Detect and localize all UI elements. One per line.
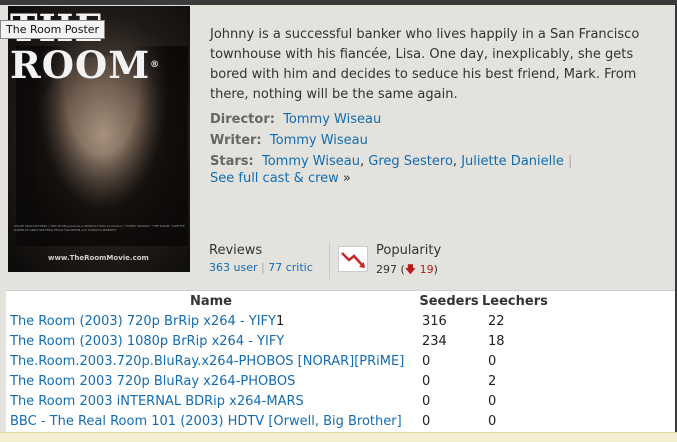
torrent-link[interactable]: BBC - The Real Room 101 (2003) HDTV [Orw… (10, 414, 402, 429)
poster-url: www.TheRoomMovie.com (48, 254, 149, 262)
poster-credits: CHLOE PRODUCTIONS / TPW FILMS presents a… (14, 224, 185, 232)
leechers-cell: 2 (488, 373, 497, 389)
torrent-table-panel: Name Seeders Leechers The Room (2003) 72… (6, 290, 675, 442)
table-row: The Room (2003) 1080p BrRip x264 - YIFY … (6, 331, 554, 351)
seeders-cell: 234 (422, 333, 447, 349)
director-row: Director: Tommy Wiseau (210, 112, 381, 127)
top-bar (0, 0, 677, 5)
user-reviews-link[interactable]: 363 user (209, 261, 258, 274)
stars-label: Stars: (210, 154, 254, 169)
seeders-cell: 316 (422, 313, 447, 329)
torrent-link[interactable]: The Room 2003 720p BluRay x264-PHOBOS (10, 374, 295, 389)
popularity-block: Popularity 297 (🡇 19) (376, 243, 442, 276)
col-header-seeders[interactable]: Seeders (416, 291, 482, 311)
table-row: BBC - The Real Room 101 (2003) HDTV [Orw… (6, 411, 554, 431)
star-link-2[interactable]: Greg Sestero (368, 154, 453, 169)
plot-description: Johnny is a successful banker who lives … (210, 27, 640, 102)
full-cast-arrow: » (342, 171, 351, 186)
stars-row: Stars: Tommy Wiseau, Greg Sestero, Julie… (210, 154, 573, 169)
leechers-cell: 0 (488, 353, 497, 369)
torrent-link[interactable]: The.Room.2003.720p.BluRay.x264-PHOBOS [N… (10, 354, 404, 369)
popularity-trend-icon (338, 246, 368, 272)
stars-separator: | (568, 154, 573, 169)
reviews-separator: | (261, 261, 265, 274)
leechers-cell: 0 (488, 393, 497, 409)
table-row: The.Room.2003.720p.BluRay.x264-PHOBOS [N… (6, 351, 554, 371)
seeders-cell: 0 (422, 353, 431, 369)
movie-poster[interactable]: THE ROOM® CHLOE PRODUCTIONS / TPW FILMS … (8, 6, 190, 272)
popularity-rank: 297 (376, 263, 397, 276)
torrent-link[interactable]: The Room (2003) 720p BrRip x264 - YIFY (10, 314, 276, 329)
table-row: The Room 2003 720p BluRay x264-PHOBOS 0 … (6, 371, 554, 391)
director-label: Director: (210, 112, 275, 127)
star-link-3[interactable]: Juliette Danielle (461, 154, 564, 169)
star-link-1[interactable]: Tommy Wiseau (262, 154, 360, 169)
reviews-label: Reviews (209, 243, 263, 258)
leechers-cell: 0 (488, 413, 497, 429)
seeders-cell: 0 (422, 413, 431, 429)
full-cast-link[interactable]: See full cast & crew (210, 171, 339, 186)
poster-tooltip: The Room Poster (0, 20, 106, 39)
torrent-link[interactable]: The Room (2003) 1080p BrRip x264 - YIFY (10, 334, 284, 349)
popularity-label: Popularity (376, 243, 442, 258)
table-header-row: Name Seeders Leechers (6, 291, 554, 311)
stats-divider (329, 243, 330, 279)
writer-row: Writer: Tommy Wiseau (210, 133, 368, 148)
writer-link[interactable]: Tommy Wiseau (270, 133, 368, 148)
popularity-change: 19 (419, 263, 434, 276)
table-row: The Room (2003) 720p BrRip x264 - YIFY1 … (6, 311, 554, 331)
torrent-link[interactable]: The Room 2003 iNTERNAL BDRip x264-MARS (10, 394, 304, 409)
col-header-name[interactable]: Name (6, 291, 416, 311)
torrent-table: Name Seeders Leechers The Room (2003) 72… (6, 291, 554, 431)
leechers-cell: 18 (488, 333, 505, 349)
writer-label: Writer: (210, 133, 262, 148)
leechers-cell: 22 (488, 313, 505, 329)
reviews-block: Reviews 363 user | 77 critic (209, 243, 313, 274)
seeders-cell: 0 (422, 393, 431, 409)
critic-reviews-link[interactable]: 77 critic (268, 261, 313, 274)
full-cast-row: See full cast & crew » (210, 171, 351, 186)
seeders-cell: 0 (422, 373, 431, 389)
bottom-strip (0, 432, 677, 442)
down-arrow-icon: 🡇 (404, 263, 417, 276)
director-link[interactable]: Tommy Wiseau (283, 112, 381, 127)
col-header-leechers[interactable]: Leechers (482, 291, 554, 311)
table-row: The Room 2003 iNTERNAL BDRip x264-MARS 0… (6, 391, 554, 411)
